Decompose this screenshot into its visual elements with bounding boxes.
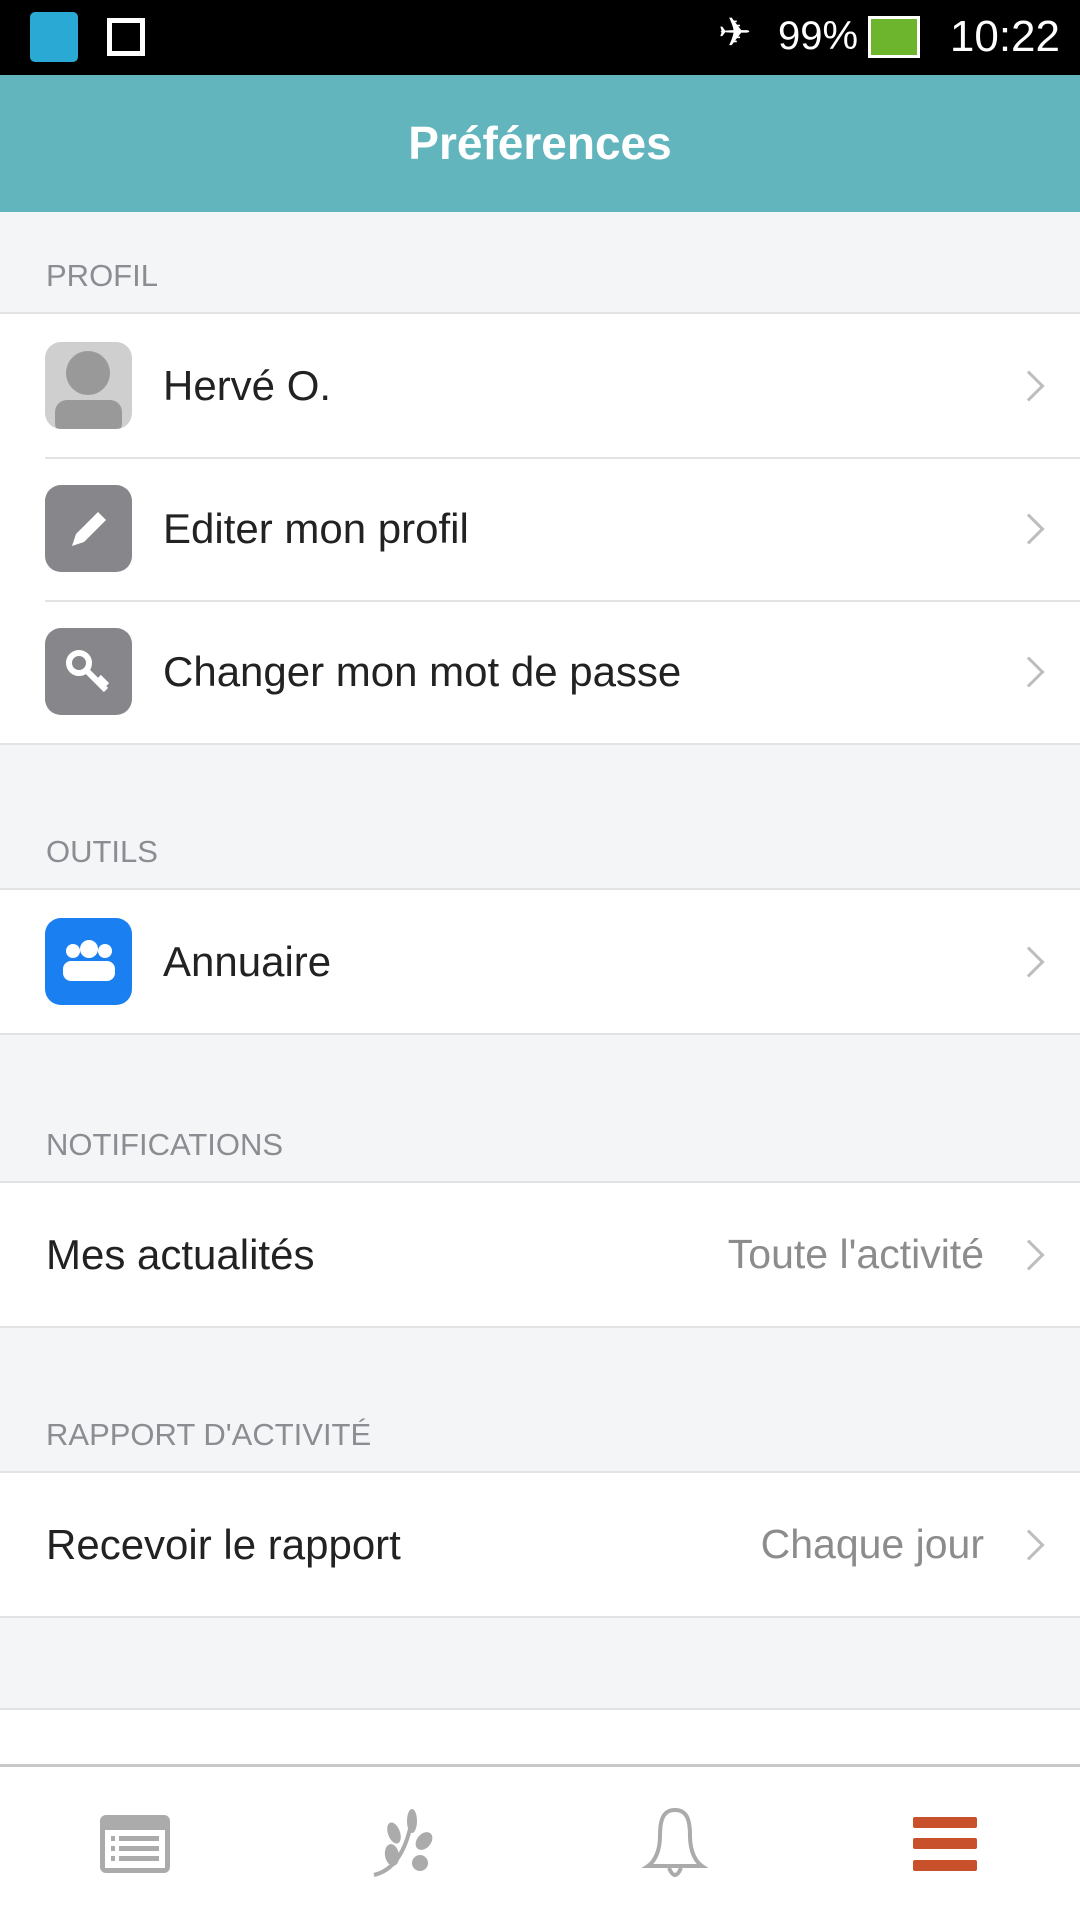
clock: 10:22 [949, 12, 1060, 61]
profile-user-row[interactable]: Hervé O. [0, 314, 1080, 457]
status-bar: ✈ 99% 10:22 [0, 0, 1080, 75]
section-rapport-label: RAPPORT D'ACTIVITÉ [46, 1417, 372, 1452]
annuaire-label: Annuaire [163, 937, 332, 985]
section-outils-label: OUTILS [46, 834, 158, 869]
recevoir-rapport-value: Chaque jour [760, 1521, 984, 1567]
outils-group: Annuaire [0, 888, 1080, 1035]
menu-icon [913, 1816, 977, 1871]
chevron-right-icon [1013, 945, 1045, 978]
notifications-group: Mes actualités Toute l'activité [0, 1181, 1080, 1328]
recevoir-rapport-row[interactable]: Recevoir le rapport Chaque jour [0, 1473, 1080, 1616]
battery-charging-icon [868, 16, 920, 58]
pencil-icon [45, 485, 132, 572]
avatar [45, 342, 132, 429]
tab-menu[interactable] [810, 1767, 1080, 1920]
tab-branch[interactable] [270, 1767, 540, 1920]
people-icon [45, 918, 132, 1005]
recevoir-rapport-label: Recevoir le rapport [46, 1520, 401, 1568]
section-profil-label: PROFIL [46, 258, 158, 293]
screen-mirror-icon [30, 12, 78, 62]
page-title: Préférences [0, 75, 1080, 212]
chevron-right-icon [1013, 512, 1045, 545]
news-list-icon [100, 1814, 170, 1873]
airplane-icon: ✈ [718, 11, 752, 55]
bottom-tab-bar [0, 1764, 1080, 1920]
mes-actualites-label: Mes actualités [46, 1230, 315, 1278]
chevron-right-icon [1013, 1528, 1045, 1561]
rapport-group: Recevoir le rapport Chaque jour [0, 1471, 1080, 1618]
change-password-row[interactable]: Changer mon mot de passe [0, 600, 1080, 743]
user-name: Hervé O. [163, 361, 332, 409]
edit-profile-label: Editer mon profil [163, 504, 469, 552]
chevron-right-icon [1013, 655, 1045, 688]
battery-percent: 99% [778, 14, 859, 58]
profil-group: Hervé O. Editer mon profil Changer mon m… [0, 312, 1080, 745]
bell-icon [641, 1807, 709, 1877]
branch-icon [373, 1808, 433, 1877]
section-notifications-label: NOTIFICATIONS [46, 1127, 284, 1162]
mes-actualites-value: Toute l'activité [727, 1231, 984, 1277]
edit-profile-row[interactable]: Editer mon profil [0, 457, 1080, 600]
key-icon [45, 628, 132, 715]
chevron-right-icon [1013, 369, 1045, 402]
change-password-label: Changer mon mot de passe [163, 647, 682, 695]
annuaire-row[interactable]: Annuaire [0, 890, 1080, 1033]
mes-actualites-row[interactable]: Mes actualités Toute l'activité [0, 1183, 1080, 1326]
tab-notifications[interactable] [540, 1767, 810, 1920]
image-icon [107, 18, 145, 56]
tab-news[interactable] [0, 1767, 270, 1920]
chevron-right-icon [1013, 1238, 1045, 1271]
